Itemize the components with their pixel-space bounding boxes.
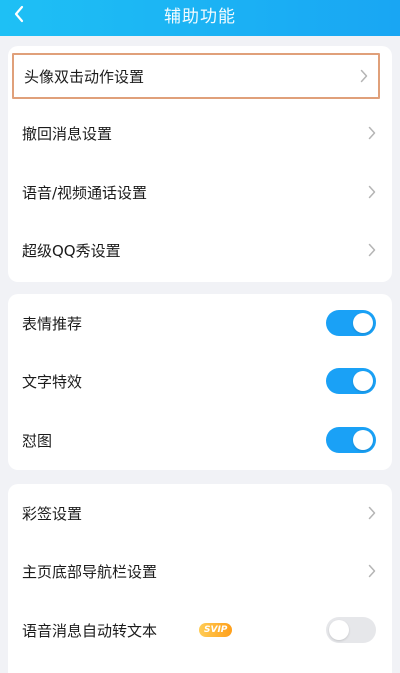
voice-to-text-toggle[interactable] <box>326 617 376 643</box>
chevron-right-icon <box>368 243 376 257</box>
row-super-qq-show[interactable]: 超级QQ秀设置 <box>8 221 392 279</box>
row-voice-to-text: 语音消息自动转文本 SVIP <box>8 601 392 659</box>
row-voice-video-call[interactable]: 语音/视频通话设置 <box>8 163 392 221</box>
chevron-right-icon <box>368 185 376 199</box>
sticker-recommend-toggle[interactable] <box>326 310 376 336</box>
toggle-knob <box>353 371 373 391</box>
row-label: 语音消息自动转文本 <box>22 621 158 640</box>
row-meme-reply: 怼图 <box>8 411 392 469</box>
row-home-bottom-nav[interactable]: 主页底部导航栏设置 <box>8 542 392 600</box>
chevron-right-icon <box>360 69 368 83</box>
page-title: 辅助功能 <box>164 6 236 27</box>
row-label: 文字特效 <box>22 372 83 391</box>
row-label: 怼图 <box>22 431 53 450</box>
row-avatar-double-tap-selected[interactable]: 头像双击动作设置 <box>14 55 378 97</box>
toggle-knob <box>329 620 349 640</box>
row-color-tag[interactable]: 彩签设置 <box>8 484 392 542</box>
row-sticker-recommend: 表情推荐 <box>8 294 392 352</box>
row-label: 主页底部导航栏设置 <box>22 562 158 581</box>
row-label: 表情推荐 <box>22 314 83 333</box>
row-label: 超级QQ秀设置 <box>22 241 121 260</box>
row-label: 头像双击动作设置 <box>24 67 145 86</box>
row-label: 彩签设置 <box>22 504 83 523</box>
row-label: 语音/视频通话设置 <box>22 183 148 202</box>
chevron-right-icon <box>368 506 376 520</box>
text-effects-toggle[interactable] <box>326 368 376 394</box>
top-nav-bar: 辅助功能 <box>0 0 400 36</box>
row-text-effects: 文字特效 <box>8 352 392 410</box>
chevron-right-icon <box>368 126 376 140</box>
svip-badge: SVIP <box>199 623 233 637</box>
settings-group-3: 彩签设置 主页底部导航栏设置 语音消息自动转文本 SVIP <box>8 484 392 673</box>
row-recall-message[interactable]: 撤回消息设置 <box>8 104 392 162</box>
chevron-right-icon <box>368 564 376 578</box>
toggle-knob <box>353 430 373 450</box>
settings-group-2: 表情推荐 文字特效 怼图 <box>8 294 392 470</box>
row-label: 撤回消息设置 <box>22 124 113 143</box>
meme-reply-toggle[interactable] <box>326 427 376 453</box>
toggle-knob <box>353 313 373 333</box>
